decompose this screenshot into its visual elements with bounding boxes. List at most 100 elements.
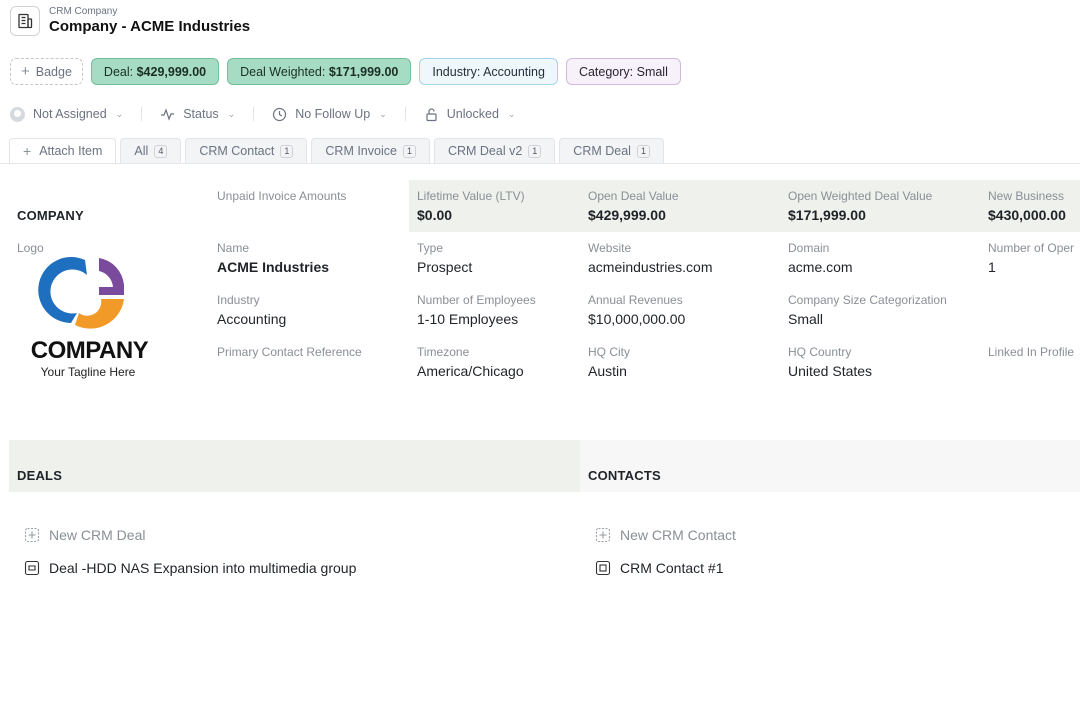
hq-country-value[interactable]: United States xyxy=(788,363,872,379)
add-box-icon xyxy=(595,527,611,543)
tabs-divider xyxy=(0,163,1080,164)
deal-weighted-value: $171,999.00 xyxy=(328,64,399,79)
deal-badge-value: $429,999.00 xyxy=(136,64,207,79)
annual-revenue-label: Annual Revenues xyxy=(588,293,683,307)
deal-badge-prefix: Deal: xyxy=(103,64,134,79)
website-value[interactable]: acmeindustries.com xyxy=(588,259,713,275)
page-header: CRM Company Company - ACME Industries xyxy=(10,6,250,36)
timezone-label: Timezone xyxy=(417,345,470,359)
tab-label: All xyxy=(134,144,149,158)
primary-contact-label: Primary Contact Reference xyxy=(217,345,362,359)
status-dropdown[interactable]: Status ⌄ xyxy=(160,107,235,122)
annual-revenue-value[interactable]: $10,000,000.00 xyxy=(588,311,685,327)
category-badge[interactable]: Category: Small xyxy=(565,58,681,85)
hq-city-value[interactable]: Austin xyxy=(588,363,627,379)
follow-up-dropdown[interactable]: No Follow Up ⌄ xyxy=(272,107,387,122)
industry-value[interactable]: Accounting xyxy=(217,311,286,327)
industry-badge[interactable]: Industry: Accounting xyxy=(419,58,558,85)
lock-dropdown[interactable]: Unlocked ⌄ xyxy=(424,107,516,122)
new-crm-contact-label: New CRM Contact xyxy=(620,527,736,543)
employees-label: Number of Employees xyxy=(417,293,536,307)
tab-label: CRM Invoice xyxy=(325,144,397,158)
chevron-down-icon: ⌄ xyxy=(379,108,387,119)
tab-crm-deal-v2[interactable]: CRM Deal v2 1 xyxy=(433,138,556,163)
number-open-value[interactable]: 1 xyxy=(988,259,996,275)
tab-label: CRM Contact xyxy=(199,144,275,158)
follow-up-label: No Follow Up xyxy=(295,107,371,121)
page-title: Company - ACME Industries xyxy=(49,18,251,35)
tab-bar: + Attach Item All 4 CRM Contact 1 CRM In… xyxy=(9,138,668,163)
ltv-value: $0.00 xyxy=(417,207,453,223)
unlock-icon xyxy=(426,107,437,121)
linkedin-label: Linked In Profile xyxy=(988,345,1075,359)
avatar xyxy=(10,106,25,122)
deals-header-band xyxy=(9,440,580,492)
assignee-dropdown[interactable]: Not Assigned ⌄ xyxy=(10,106,124,122)
list-item[interactable]: CRM Contact #1 xyxy=(595,560,723,576)
new-business-label: New Business xyxy=(988,189,1065,203)
add-badge-button[interactable]: + Badge xyxy=(10,58,83,85)
number-open-label: Number of Oper xyxy=(988,241,1075,255)
open-deal-value: $429,999.00 xyxy=(588,207,666,223)
deal-item-label: Deal -HDD NAS Expansion into multimedia … xyxy=(49,560,357,576)
open-weighted-value: $171,999.00 xyxy=(788,207,866,223)
tab-label: CRM Deal v2 xyxy=(447,144,523,158)
plus-icon: + xyxy=(21,63,30,80)
deal-badge[interactable]: Deal: $429,999.00 xyxy=(90,58,220,85)
tab-label: CRM Deal xyxy=(573,144,631,158)
divider xyxy=(253,107,255,121)
breadcrumb[interactable]: CRM Company xyxy=(49,6,250,17)
domain-label: Domain xyxy=(788,241,830,255)
tab-count: 1 xyxy=(280,144,294,158)
deal-weighted-prefix: Deal Weighted: xyxy=(240,64,326,79)
logo-label: Logo xyxy=(17,241,44,255)
contact-item-label: CRM Contact #1 xyxy=(620,560,724,576)
lock-label: Unlocked xyxy=(446,107,499,121)
chevron-down-icon: ⌄ xyxy=(227,108,236,119)
assignee-label: Not Assigned xyxy=(33,107,107,121)
timezone-value[interactable]: America/Chicago xyxy=(417,363,524,379)
employees-value[interactable]: 1-10 Employees xyxy=(417,311,518,327)
logo-tagline: Your Tagline Here xyxy=(40,365,136,379)
add-box-icon xyxy=(24,527,40,543)
deal-weighted-badge[interactable]: Deal Weighted: $171,999.00 xyxy=(227,58,412,85)
tab-count: 4 xyxy=(154,144,168,158)
add-badge-label: Badge xyxy=(35,64,72,79)
clock-icon xyxy=(273,107,287,121)
deal-icon xyxy=(24,560,40,576)
type-value[interactable]: Prospect xyxy=(417,259,472,275)
new-business-value: $430,000.00 xyxy=(988,207,1066,223)
badge-row: + Badge Deal: $429,999.00 Deal Weighted:… xyxy=(10,58,681,85)
domain-value[interactable]: acme.com xyxy=(788,259,853,275)
website-label: Website xyxy=(588,241,632,255)
summary-band xyxy=(409,180,1080,232)
name-label: Name xyxy=(217,241,250,255)
size-category-value[interactable]: Small xyxy=(788,311,823,327)
contact-icon xyxy=(595,560,611,576)
list-item[interactable]: Deal -HDD NAS Expansion into multimedia … xyxy=(24,560,356,576)
tab-all[interactable]: All 4 xyxy=(120,138,182,163)
chevron-down-icon: ⌄ xyxy=(115,108,124,119)
logo-wordmark: COMPANY xyxy=(30,337,149,364)
contacts-section-title: CONTACTS xyxy=(588,468,661,483)
new-crm-deal-label: New CRM Deal xyxy=(49,527,146,543)
name-value[interactable]: ACME Industries xyxy=(217,259,329,275)
tab-count: 1 xyxy=(636,144,650,158)
open-weighted-label: Open Weighted Deal Value xyxy=(788,189,933,203)
new-crm-contact-button[interactable]: New CRM Contact xyxy=(595,527,736,543)
tab-crm-invoice[interactable]: CRM Invoice 1 xyxy=(311,138,430,163)
ltv-label: Lifetime Value (LTV) xyxy=(417,189,525,203)
building-icon[interactable] xyxy=(10,6,40,36)
chevron-down-icon: ⌄ xyxy=(507,108,516,119)
new-crm-deal-button[interactable]: New CRM Deal xyxy=(24,527,145,543)
industry-label: Industry xyxy=(217,293,260,307)
attach-item-button[interactable]: + Attach Item xyxy=(9,138,117,163)
tab-crm-deal[interactable]: CRM Deal 1 xyxy=(559,138,664,163)
deals-section-title: DEALS xyxy=(17,468,63,483)
contacts-header-band xyxy=(580,440,1080,492)
attach-item-label: Attach Item xyxy=(39,144,103,158)
company-logo: COMPANY Your Tagline Here xyxy=(17,255,162,383)
status-label: Status xyxy=(183,107,219,121)
divider xyxy=(141,107,143,121)
tab-crm-contact[interactable]: CRM Contact 1 xyxy=(185,138,308,163)
